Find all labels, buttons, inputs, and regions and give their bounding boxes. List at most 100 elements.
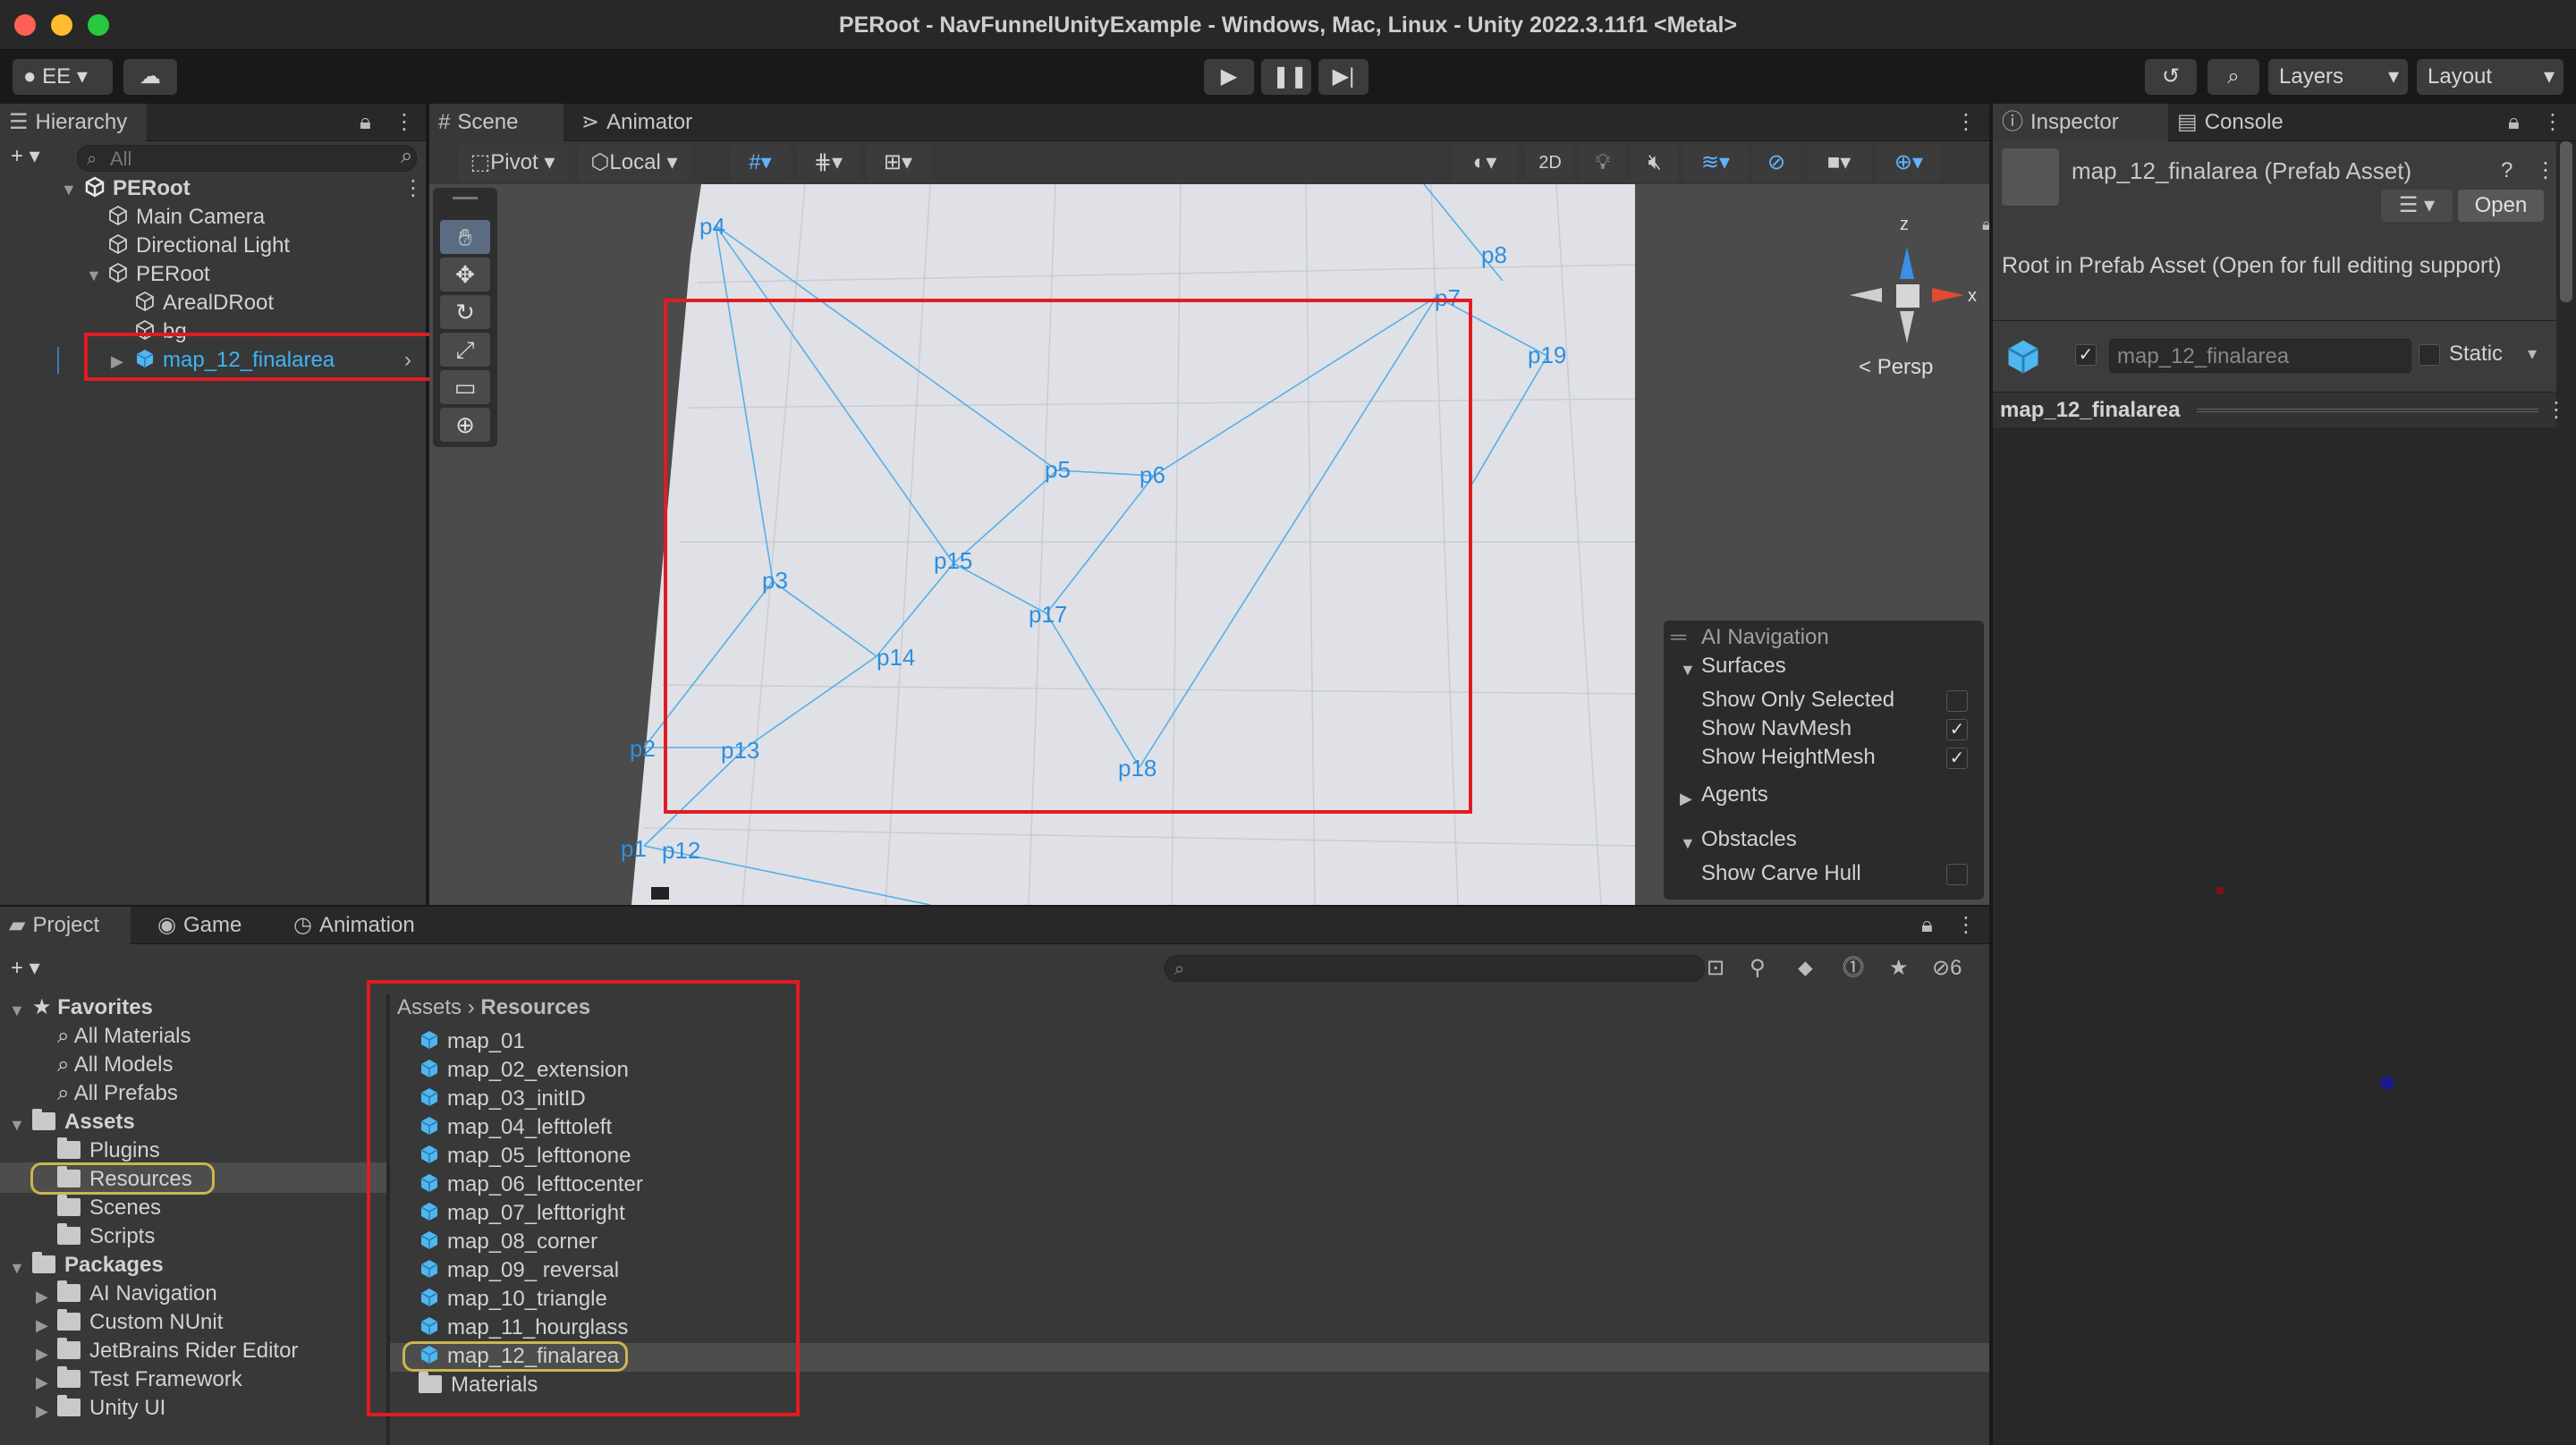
show-carve-hull-checkbox[interactable] bbox=[1946, 864, 1968, 885]
ruler-icon[interactable]: ⊞▾ bbox=[866, 144, 930, 182]
package-item[interactable]: JetBrains Rider Editor bbox=[57, 1338, 298, 1365]
star-icon[interactable]: ★ bbox=[1889, 955, 1909, 982]
layout-dropdown[interactable]: Layout ▾ bbox=[2417, 59, 2563, 95]
hidden-packages-toggle[interactable]: ⊘6 bbox=[1932, 955, 1962, 982]
obstacles-foldout[interactable]: Obstacles bbox=[1701, 826, 1797, 853]
search-by-type-icon[interactable]: ⊡ bbox=[1707, 955, 1724, 982]
hierarchy-item[interactable]: Main Camera bbox=[107, 204, 265, 231]
expand-arrow-icon[interactable]: ▶ bbox=[1680, 785, 1692, 812]
more-menu-icon[interactable]: ⋮ bbox=[402, 175, 424, 202]
collapse-arrow-icon[interactable]: ▼ bbox=[61, 181, 77, 199]
agents-foldout[interactable]: Agents bbox=[1701, 782, 1768, 808]
expand-arrow-icon[interactable]: ▶ bbox=[36, 1373, 48, 1392]
hierarchy-item[interactable]: PERoot bbox=[107, 261, 210, 288]
expand-arrow-icon[interactable]: ▶ bbox=[36, 1288, 48, 1306]
shading-mode-icon[interactable]: ◐▾ bbox=[1453, 144, 1517, 182]
hierarchy-item[interactable]: PERoot bbox=[84, 175, 191, 202]
help-icon[interactable]: ? bbox=[2501, 157, 2512, 184]
favorite-item[interactable]: ⌕ All Models bbox=[57, 1052, 174, 1078]
more-menu-icon[interactable]: ⋮ bbox=[2542, 109, 2563, 136]
orientation-gizmo[interactable]: z x 🔒︎ < Persp bbox=[1789, 202, 1989, 399]
package-item[interactable]: Test Framework bbox=[57, 1366, 242, 1393]
tab-scene[interactable]: # Scene bbox=[429, 104, 564, 141]
tab-animator[interactable]: ⋗ Animator bbox=[572, 104, 733, 141]
tab-inspector[interactable]: ⓘ Inspector bbox=[1993, 104, 2168, 141]
pivot-dropdown[interactable]: ⬚Pivot ▾ bbox=[458, 144, 567, 182]
show-navmesh-checkbox[interactable]: ✓ bbox=[1946, 719, 1968, 740]
cloud-icon[interactable]: ☁ bbox=[123, 59, 177, 95]
rotate-tool-icon[interactable]: ↻ bbox=[440, 295, 490, 329]
more-menu-icon[interactable]: ⋮ bbox=[2535, 157, 2556, 184]
tab-console[interactable]: ▤ Console bbox=[2168, 104, 2320, 141]
active-checkbox[interactable]: ✓ bbox=[2075, 344, 2097, 366]
show-only-selected-checkbox[interactable] bbox=[1946, 690, 1968, 712]
camera-icon[interactable]: ■▾ bbox=[1807, 144, 1871, 182]
play-button[interactable]: ▶ bbox=[1204, 59, 1254, 95]
drag-handle-icon[interactable]: ═ bbox=[1671, 624, 1686, 651]
filter-icon[interactable]: ⚲ bbox=[1750, 955, 1766, 982]
lock-icon[interactable]: 🔒︎ bbox=[1921, 912, 1933, 939]
add-object-button[interactable]: + ▾ bbox=[11, 143, 40, 170]
folder-item[interactable]: Plugins bbox=[57, 1137, 160, 1164]
snap-increment-icon[interactable]: ⋕▾ bbox=[798, 144, 859, 182]
layers-dropdown[interactable]: Layers ▾ bbox=[2268, 59, 2408, 95]
palette-handle[interactable] bbox=[453, 197, 478, 199]
chevron-down-icon[interactable]: ▾ bbox=[2528, 341, 2537, 368]
packages-node[interactable]: Packages bbox=[32, 1252, 164, 1279]
pause-button[interactable]: ❚❚ bbox=[1261, 59, 1311, 95]
lock-icon[interactable]: 🔒︎ bbox=[2508, 109, 2520, 136]
lock-icon[interactable]: 🔒︎ bbox=[360, 109, 371, 136]
collapse-arrow-icon[interactable]: ▼ bbox=[9, 1001, 25, 1020]
favorite-item[interactable]: ⌕ All Materials bbox=[57, 1023, 191, 1050]
scale-tool-icon[interactable]: ⤢ bbox=[440, 333, 490, 367]
expand-arrow-icon[interactable]: ▶ bbox=[36, 1402, 48, 1421]
effects-toggle-icon[interactable]: ≋▾ bbox=[1683, 144, 1748, 182]
favorites-node[interactable]: ★ Favorites bbox=[32, 994, 153, 1021]
hand-tool-icon[interactable]: ✋︎ bbox=[440, 220, 490, 254]
more-menu-icon[interactable]: ⋮ bbox=[1955, 912, 1977, 939]
audio-toggle-icon[interactable]: 🔇︎ bbox=[1631, 144, 1678, 182]
step-button[interactable]: ▶| bbox=[1318, 59, 1368, 95]
static-checkbox[interactable] bbox=[2419, 344, 2440, 366]
open-button[interactable]: Open bbox=[2458, 190, 2544, 222]
more-menu-icon[interactable]: ⋮ bbox=[394, 109, 415, 136]
search-icon[interactable]: ⌕ bbox=[2207, 59, 2259, 95]
history-icon[interactable]: ↺ bbox=[2145, 59, 2197, 95]
gizmo-lock-icon[interactable]: 🔒︎ bbox=[1982, 211, 1989, 238]
collapse-arrow-icon[interactable]: ▼ bbox=[1680, 830, 1696, 857]
surfaces-foldout[interactable]: Surfaces bbox=[1701, 653, 1786, 680]
tab-game[interactable]: ◉ Game bbox=[148, 907, 283, 944]
scene-view[interactable]: p4 p8 p7 p19 p5 p6 p15 p3 p17 p14 p2 p13… bbox=[429, 184, 1989, 905]
tab-project[interactable]: ▰ Project bbox=[0, 907, 131, 944]
perspective-toggle[interactable]: < Persp bbox=[1859, 354, 1933, 381]
hierarchy-item[interactable]: Directional Light bbox=[107, 232, 290, 259]
collapse-arrow-icon[interactable]: ▼ bbox=[1680, 656, 1696, 683]
folder-item[interactable]: Scripts bbox=[57, 1223, 155, 1250]
transform-tool-icon[interactable]: ⊕ bbox=[440, 408, 490, 442]
collapse-arrow-icon[interactable]: ▼ bbox=[86, 266, 102, 285]
account-dropdown[interactable]: ● EE ▾ bbox=[13, 59, 113, 95]
gizmos-icon[interactable]: ⊕▾ bbox=[1877, 144, 1941, 182]
scene-visibility-icon[interactable]: ⊘ bbox=[1753, 144, 1800, 182]
grid-snap-icon[interactable]: #▾ bbox=[730, 144, 791, 182]
local-dropdown[interactable]: ⬡Local ▾ bbox=[578, 144, 691, 182]
tab-hierarchy[interactable]: ☰ Hierarchy bbox=[0, 104, 147, 141]
expand-arrow-icon[interactable]: ▶ bbox=[36, 1345, 48, 1364]
tab-animation[interactable]: ◷ Animation bbox=[284, 907, 454, 944]
expand-arrow-icon[interactable]: ▶ bbox=[36, 1316, 48, 1335]
label-icon[interactable]: ⬥ bbox=[1798, 955, 1813, 982]
inspector-scrollbar[interactable] bbox=[2560, 141, 2572, 302]
create-asset-button[interactable]: + ▾ bbox=[11, 955, 40, 982]
hierarchy-search-input[interactable]: ⌕ All bbox=[77, 145, 417, 172]
folder-item[interactable]: Scenes bbox=[57, 1195, 161, 1221]
name-field[interactable]: map_12_finalarea bbox=[2109, 339, 2411, 373]
rect-tool-icon[interactable]: ▭ bbox=[440, 370, 490, 404]
package-item[interactable]: Custom NUnit bbox=[57, 1309, 223, 1336]
hierarchy-item[interactable]: ArealDRoot bbox=[134, 290, 274, 317]
scene-search-icon[interactable]: ⌕ bbox=[401, 143, 412, 170]
lighting-toggle-icon[interactable]: 💡︎ bbox=[1580, 144, 1626, 182]
move-tool-icon[interactable]: ✥ bbox=[440, 258, 490, 292]
show-heightmesh-checkbox[interactable]: ✓ bbox=[1946, 748, 1968, 769]
prefab-options-dropdown[interactable]: ☰ ▾ bbox=[2381, 190, 2453, 222]
package-item[interactable]: AI Navigation bbox=[57, 1280, 217, 1307]
